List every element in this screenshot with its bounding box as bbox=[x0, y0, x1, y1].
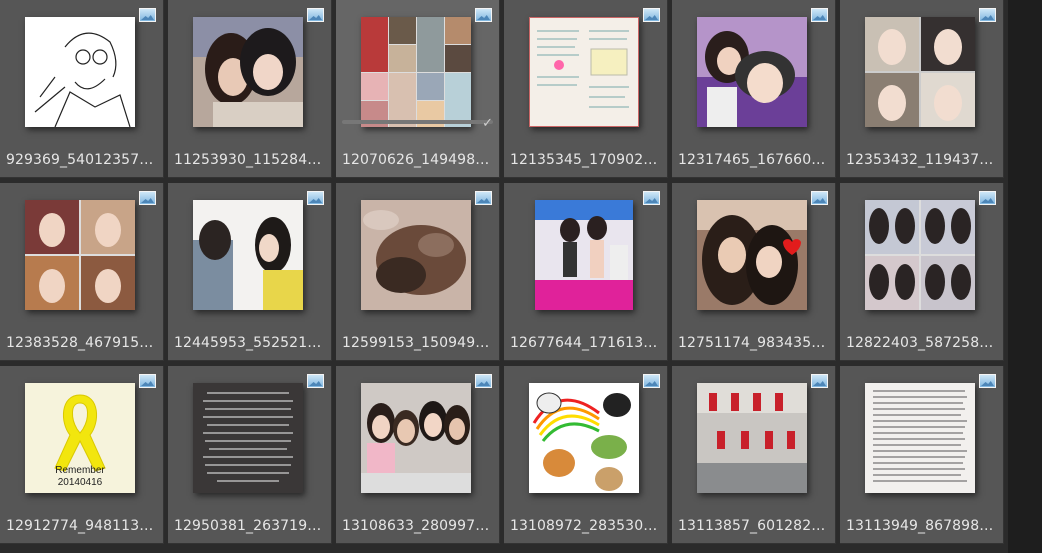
image-file-icon bbox=[979, 8, 996, 22]
file-name-label: 12070626_149498… bbox=[342, 152, 490, 168]
thumbnail-image-area bbox=[693, 379, 811, 497]
thumbnail-image bbox=[361, 200, 471, 310]
thumbnail-image bbox=[535, 200, 633, 310]
thumbnail-image-area bbox=[525, 196, 643, 314]
thumbnail-cell[interactable]: 12353432_119437… bbox=[840, 0, 1004, 178]
thumbnail-image bbox=[193, 383, 303, 493]
thumbnail-image-area bbox=[861, 196, 979, 314]
file-name-label: 12950381_263719… bbox=[174, 518, 322, 534]
file-name-label: 12445953_552521… bbox=[174, 335, 322, 351]
file-name-label: 13113949_867898… bbox=[846, 518, 994, 534]
thumbnail-image-area bbox=[693, 13, 811, 131]
thumbnail-cell[interactable]: 12445953_552521… bbox=[168, 183, 332, 361]
thumbnail-image bbox=[25, 200, 135, 310]
image-file-icon bbox=[307, 8, 324, 22]
image-file-icon bbox=[307, 374, 324, 388]
right-panel bbox=[1008, 0, 1042, 553]
thumbnail-image-area bbox=[525, 13, 643, 131]
thumbnail-image bbox=[865, 17, 975, 127]
thumbnail-image bbox=[697, 383, 807, 493]
thumbnail-image bbox=[25, 17, 135, 127]
thumbnail-image bbox=[865, 200, 975, 310]
thumbnail-image-area bbox=[861, 13, 979, 131]
thumbnail-image-area: Remember 20140416 bbox=[21, 379, 139, 497]
ribbon-caption-line: Remember bbox=[55, 465, 105, 476]
thumbnail-image-area bbox=[21, 13, 139, 131]
thumbnail-cell[interactable]: 12599153_150949… bbox=[336, 183, 500, 361]
file-name-label: 12751174_983435… bbox=[678, 335, 826, 351]
thumbnail-cell[interactable]: 12751174_983435… bbox=[672, 183, 836, 361]
thumbnail-image-area bbox=[693, 196, 811, 314]
thumbnail-image-area bbox=[525, 379, 643, 497]
ribbon-caption: Remember 20140416 bbox=[25, 465, 135, 489]
file-name-label: 12822403_587258… bbox=[846, 335, 994, 351]
thumbnail-cell[interactable]: 929369_54012357… bbox=[0, 0, 164, 178]
thumbnail-cell[interactable]: 13108972_283530… bbox=[504, 366, 668, 544]
thumbnail-image-area bbox=[189, 196, 307, 314]
image-file-icon bbox=[811, 8, 828, 22]
image-file-icon bbox=[811, 191, 828, 205]
image-file-icon bbox=[307, 191, 324, 205]
thumbnail-cell[interactable]: 12677644_171613… bbox=[504, 183, 668, 361]
file-name-label: 13113857_601282… bbox=[678, 518, 826, 534]
file-name-label: 12677644_171613… bbox=[510, 335, 658, 351]
thumbnail-cell[interactable]: 12822403_587258… bbox=[840, 183, 1004, 361]
image-file-icon bbox=[979, 374, 996, 388]
thumbnail-cell[interactable]: Remember 20140416 12912774_948113… bbox=[0, 366, 164, 544]
thumbnail-image-area bbox=[861, 379, 979, 497]
thumbnail-cell[interactable]: ✓ 12070626_149498… bbox=[336, 0, 500, 178]
image-file-icon bbox=[643, 191, 660, 205]
thumbnail-image bbox=[865, 383, 975, 493]
file-name-label: 12383528_467915… bbox=[6, 335, 154, 351]
file-name-label: 929369_54012357… bbox=[6, 152, 154, 168]
thumbnail-grid: 929369_54012357… 11253930_115284… ✓ 1207062… bbox=[0, 0, 1008, 553]
thumbnail-image bbox=[697, 17, 807, 127]
hover-bar bbox=[342, 120, 493, 124]
image-file-icon bbox=[979, 191, 996, 205]
image-file-icon bbox=[811, 374, 828, 388]
thumbnail-image bbox=[361, 383, 471, 493]
file-name-label: 12353432_119437… bbox=[846, 152, 994, 168]
file-name-label: 12135345_170902… bbox=[510, 152, 658, 168]
check-icon[interactable]: ✓ bbox=[482, 116, 493, 131]
image-file-icon bbox=[139, 374, 156, 388]
thumbnail-cell[interactable]: 12383528_467915… bbox=[0, 183, 164, 361]
file-name-label: 12599153_150949… bbox=[342, 335, 490, 351]
thumbnail-image bbox=[529, 17, 639, 127]
image-file-icon bbox=[643, 8, 660, 22]
thumbnail-cell[interactable]: 12950381_263719… bbox=[168, 366, 332, 544]
file-name-label: 12317465_167660… bbox=[678, 152, 826, 168]
thumbnail-cell[interactable]: 11253930_115284… bbox=[168, 0, 332, 178]
image-file-icon bbox=[475, 191, 492, 205]
thumbnail-cell[interactable]: 12135345_170902… bbox=[504, 0, 668, 178]
image-file-icon bbox=[475, 8, 492, 22]
thumbnail-cell[interactable]: 13108633_280997… bbox=[336, 366, 500, 544]
thumbnail-image bbox=[193, 200, 303, 310]
thumbnail-image-area bbox=[357, 379, 475, 497]
file-name-label: 11253930_115284… bbox=[174, 152, 322, 168]
thumbnail-image-area bbox=[189, 379, 307, 497]
thumbnail-image-area bbox=[357, 13, 475, 131]
image-file-icon bbox=[139, 8, 156, 22]
image-file-icon bbox=[475, 374, 492, 388]
file-name-label: 12912774_948113… bbox=[6, 518, 154, 534]
image-file-icon bbox=[643, 374, 660, 388]
thumbnail-image-area bbox=[21, 196, 139, 314]
file-name-label: 13108633_280997… bbox=[342, 518, 490, 534]
thumbnail-image: Remember 20140416 bbox=[25, 383, 135, 493]
thumbnail-image bbox=[361, 17, 471, 127]
thumbnail-cell[interactable]: 12317465_167660… bbox=[672, 0, 836, 178]
thumbnail-image-area bbox=[189, 13, 307, 131]
image-file-icon bbox=[139, 191, 156, 205]
thumbnail-cell[interactable]: 13113949_867898… bbox=[840, 366, 1004, 544]
file-name-label: 13108972_283530… bbox=[510, 518, 658, 534]
thumbnail-image-area bbox=[357, 196, 475, 314]
thumbnail-image bbox=[193, 17, 303, 127]
thumbnail-image bbox=[697, 200, 807, 310]
ribbon-caption-line: 20140416 bbox=[57, 477, 103, 488]
thumbnail-cell[interactable]: 13113857_601282… bbox=[672, 366, 836, 544]
thumbnail-image bbox=[529, 383, 639, 493]
